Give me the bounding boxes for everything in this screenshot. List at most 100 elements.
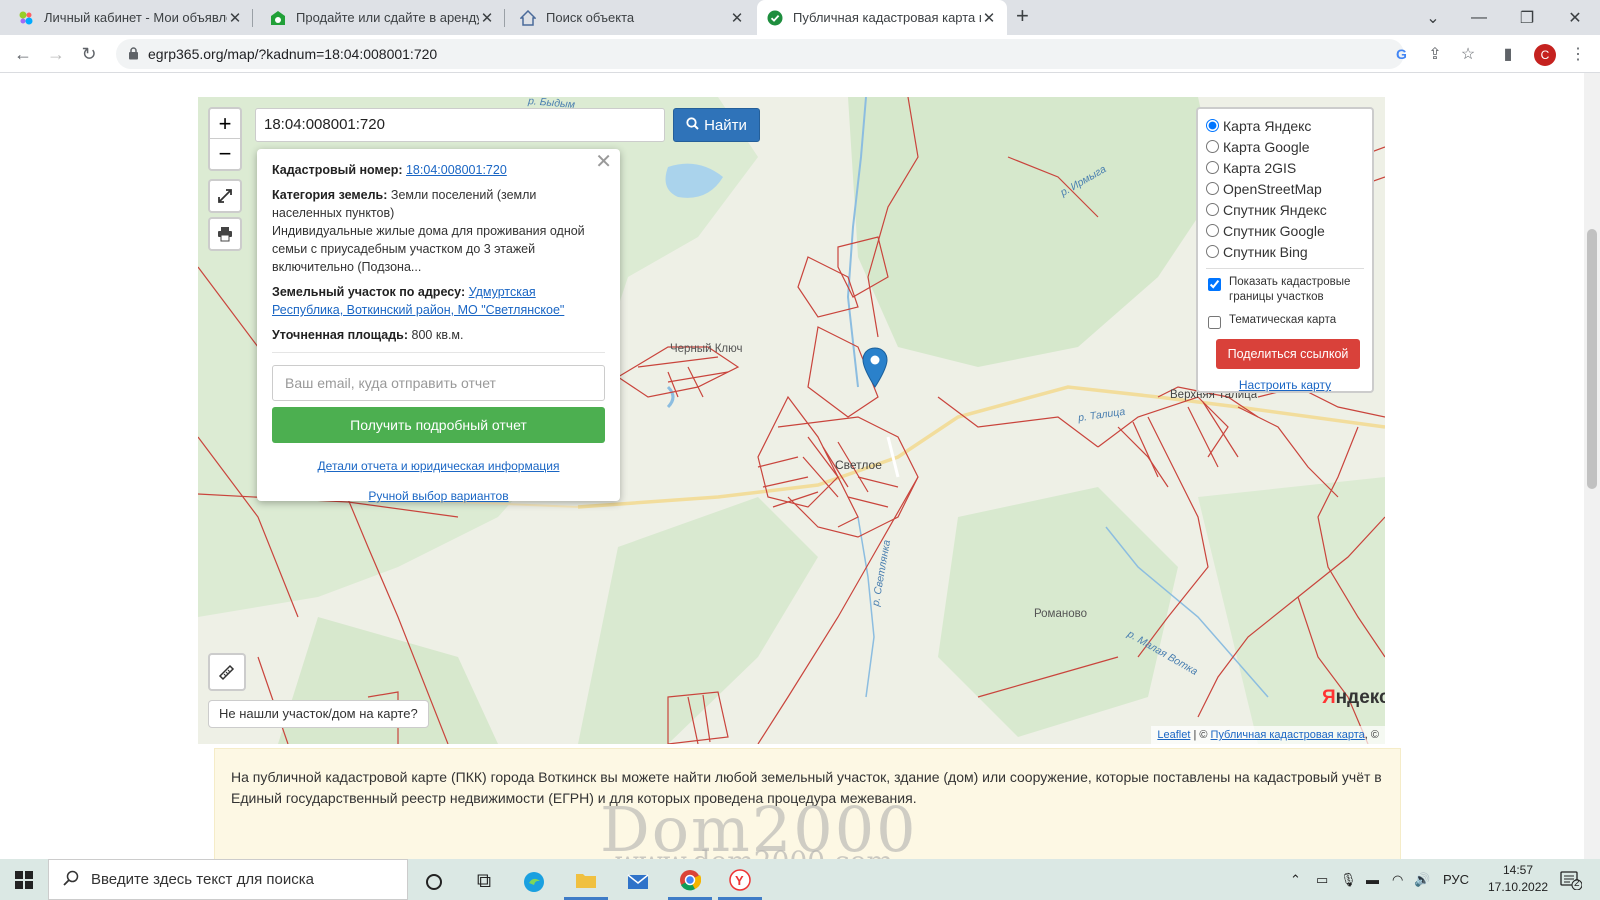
cadastral-search-input[interactable]: 18:04:008001:720 [255, 108, 665, 142]
manual-selection-link[interactable]: Ручной выбор вариантов [368, 489, 508, 503]
close-icon[interactable]: ✕ [729, 9, 745, 27]
tab-domclick[interactable]: Продайте или сдайте в аренду с ✕ [260, 0, 505, 35]
wifi-icon[interactable]: ◠ [1392, 859, 1403, 900]
back-icon[interactable]: ← [10, 41, 36, 67]
parcel-popup: ✕ Кадастровый номер: 18:04:008001:720 Ка… [257, 149, 620, 503]
layer-switcher: Карта Яндекс Карта Google Карта 2GIS Ope… [1196, 107, 1374, 393]
clock-time: 14:57 [1502, 863, 1534, 877]
house-icon [520, 9, 536, 26]
battery-icon[interactable]: ▬ [1366, 859, 1379, 900]
notifications-icon[interactable]: 2 [1560, 859, 1582, 900]
zoom-in-button[interactable]: + [210, 109, 240, 139]
google-icon[interactable]: G [1392, 44, 1412, 64]
layer-radio[interactable] [1206, 140, 1219, 153]
system-clock[interactable]: 14:57 17.10.2022 [1488, 862, 1548, 896]
cadastral-map[interactable]: Черный Ключ Светлое Верхняя Талица Роман… [198, 97, 1385, 744]
zoom-out-button[interactable]: − [210, 139, 240, 169]
file-explorer-icon[interactable] [564, 863, 608, 900]
scrollbar-thumb[interactable] [1587, 229, 1597, 489]
bookmark-star-icon[interactable]: ☆ [1458, 44, 1478, 64]
domclick-icon [270, 10, 286, 26]
close-icon[interactable]: ✕ [595, 152, 612, 172]
tab-title: Продайте или сдайте в аренду с [296, 10, 479, 25]
language-indicator[interactable]: РУС [1443, 859, 1469, 900]
layer-radio[interactable] [1206, 245, 1219, 258]
cad-number-link[interactable]: 18:04:008001:720 [406, 163, 507, 177]
thematic-map-option[interactable]: Тематическая карта [1206, 313, 1364, 329]
svg-text:G: G [1396, 46, 1407, 62]
ruler-icon[interactable] [208, 653, 246, 691]
layer-option[interactable]: OpenStreetMap [1206, 178, 1364, 199]
reload-icon[interactable]: ↻ [76, 41, 102, 67]
layer-radio[interactable] [1206, 119, 1219, 132]
address-bar[interactable]: egrp365.org/map/?kadnum=18:04:008001:720 [116, 39, 1404, 69]
search-icon [63, 870, 79, 890]
tab-avito[interactable]: Личный кабинет - Мои объявле ✕ [8, 0, 253, 35]
layer-radio[interactable] [1206, 161, 1219, 174]
address-label: Земельный участок по адресу: [272, 285, 466, 299]
layer-option[interactable]: Спутник Яндекс [1206, 199, 1364, 220]
tab-cadastral-map[interactable]: Публичная кадастровая карта п ✕ [757, 0, 1007, 35]
menu-dots-icon[interactable]: ⋮ [1568, 44, 1588, 64]
cortana-icon[interactable] [412, 863, 456, 900]
profile-avatar[interactable]: C [1534, 44, 1556, 66]
pkk-link[interactable]: Публичная кадастровая карта [1211, 729, 1365, 741]
layer-radio[interactable] [1206, 203, 1219, 216]
new-tab-button[interactable]: + [1016, 3, 1029, 29]
layer-radio[interactable] [1206, 224, 1219, 237]
windows-taskbar: Введите здесь текст для поиска ⧉ Y ⌃ ▭ 🎙… [0, 859, 1600, 900]
show-borders-option[interactable]: Показать кадастровые границы участков [1206, 275, 1364, 305]
avito-icon [18, 10, 34, 26]
share-link-button[interactable]: Поделиться ссылкой [1216, 339, 1360, 369]
layer-option[interactable]: Спутник Google [1206, 220, 1364, 241]
configure-map-link[interactable]: Настроить карту [1239, 378, 1331, 392]
svg-text:Y: Y [735, 873, 744, 888]
close-icon[interactable]: ✕ [981, 9, 997, 27]
close-icon[interactable]: ✕ [227, 9, 243, 27]
leaflet-link[interactable]: Leaflet [1157, 729, 1190, 741]
layer-radio[interactable] [1206, 182, 1219, 195]
fullscreen-icon[interactable] [208, 179, 242, 213]
chevron-down-icon[interactable]: ⌄ [1410, 0, 1456, 35]
mail-icon[interactable] [616, 863, 660, 900]
not-found-button[interactable]: Не нашли участок/дом на карте? [208, 700, 429, 728]
notification-count: 2 [1574, 878, 1580, 889]
device-icon[interactable]: ▭ [1316, 859, 1328, 900]
print-icon[interactable] [208, 217, 242, 251]
chevron-up-icon[interactable]: ⌃ [1290, 859, 1301, 900]
find-button[interactable]: Найти [673, 108, 760, 142]
browser-toolbar: ← → ↻ egrp365.org/map/?kadnum=18:04:0080… [0, 35, 1600, 73]
restore-button[interactable]: ❐ [1504, 0, 1550, 35]
taskbar-search[interactable]: Введите здесь текст для поиска [48, 859, 408, 900]
thematic-map-checkbox[interactable] [1208, 316, 1221, 329]
side-panel-icon[interactable]: ▮ [1498, 44, 1518, 64]
volume-icon[interactable]: 🔊 [1414, 859, 1430, 900]
chrome-icon[interactable] [668, 863, 712, 900]
minimize-button[interactable]: — [1456, 0, 1502, 35]
report-details-link[interactable]: Детали отчета и юридическая информация [318, 459, 560, 473]
tab-strip: Личный кабинет - Мои объявле ✕ Продайте … [0, 0, 1600, 35]
close-window-button[interactable]: ✕ [1552, 0, 1598, 35]
map-marker-icon[interactable] [862, 347, 888, 389]
land-category-label: Категория земель: [272, 188, 388, 202]
scrollbar[interactable] [1584, 73, 1600, 859]
close-icon[interactable]: ✕ [479, 9, 495, 27]
share-icon[interactable]: ⇪ [1425, 44, 1445, 64]
forward-icon[interactable]: → [43, 41, 69, 67]
layer-option[interactable]: Карта 2GIS [1206, 157, 1364, 178]
task-view-icon[interactable]: ⧉ [462, 863, 506, 900]
windows-start-icon[interactable] [0, 859, 48, 900]
tab-search-object[interactable]: Поиск объекта ✕ [510, 0, 755, 35]
page-content: Черный Ключ Светлое Верхняя Талица Роман… [0, 73, 1584, 859]
edge-icon[interactable] [512, 863, 556, 900]
get-report-button[interactable]: Получить подробный отчет [272, 407, 605, 443]
yandex-browser-icon[interactable]: Y [718, 863, 762, 900]
layer-option[interactable]: Карта Яндекс [1206, 115, 1364, 136]
layer-option[interactable]: Спутник Bing [1206, 241, 1364, 262]
microphone-icon[interactable]: 🎙 [1340, 859, 1357, 900]
clock-date: 17.10.2022 [1488, 880, 1549, 894]
url-text: egrp365.org/map/?kadnum=18:04:008001:720 [148, 46, 438, 62]
email-input[interactable]: Ваш email, куда отправить отчет [272, 365, 605, 401]
layer-option[interactable]: Карта Google [1206, 136, 1364, 157]
show-borders-checkbox[interactable] [1208, 278, 1221, 291]
